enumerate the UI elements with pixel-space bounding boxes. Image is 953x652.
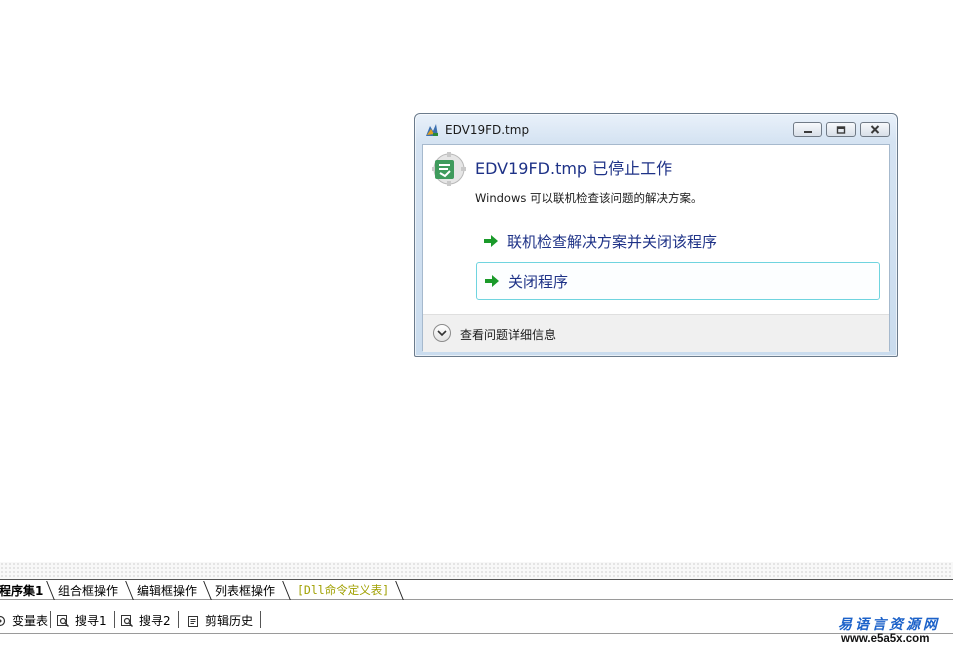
toolbar-divider: [50, 611, 51, 628]
search1-button[interactable]: 搜寻1: [57, 612, 107, 629]
clipboard-history-button[interactable]: 剪辑历史: [187, 612, 253, 629]
maximize-button[interactable]: [826, 122, 856, 137]
toolbar-divider: [178, 611, 179, 628]
toolbar-divider: [114, 611, 115, 628]
search2-button[interactable]: 搜寻2: [121, 612, 171, 629]
tab-listbox-ops[interactable]: 列表框操作: [215, 582, 275, 599]
tab-assembly1[interactable]: 程序集1: [0, 582, 43, 599]
error-dialog: EDV19FD.tmp EDV19FD.tmp 已停止工作 Windows 可以…: [414, 113, 898, 357]
search-icon: [121, 614, 133, 627]
dialog-content: EDV19FD.tmp 已停止工作 Windows 可以联机检查该问题的解决方案…: [422, 144, 890, 352]
maximize-icon: [836, 125, 846, 134]
dialog-footer: 查看问题详细信息: [423, 314, 889, 352]
variable-table-icon: [0, 615, 6, 626]
bottom-toolbar: 变量表 搜寻1 搜寻2 剪辑历史: [0, 606, 953, 634]
tab-combobox-ops[interactable]: 组合框操作: [58, 582, 118, 599]
editor-tab-bar: 程序集1 组合框操作 编辑框操作 列表框操作 [Dll命令定义表]: [0, 579, 953, 600]
tab-divider: [46, 581, 55, 600]
search-icon: [57, 614, 69, 627]
search2-label: 搜寻2: [139, 614, 171, 628]
chevron-down-icon: [437, 330, 447, 337]
clipboard-icon: [188, 615, 198, 627]
tab-divider: [203, 581, 212, 600]
variable-table-button[interactable]: 变量表: [0, 612, 48, 629]
program-icon: [432, 152, 466, 186]
dialog-titlebar[interactable]: EDV19FD.tmp: [415, 114, 897, 144]
dialog-heading: EDV19FD.tmp 已停止工作: [475, 159, 673, 178]
close-program-button[interactable]: 关闭程序: [476, 262, 880, 300]
tab-divider: [395, 581, 404, 600]
close-icon: [870, 125, 880, 134]
dialog-message: Windows 可以联机检查该问题的解决方案。: [475, 191, 703, 205]
tab-divider: [282, 581, 291, 600]
close-program-label: 关闭程序: [508, 272, 569, 291]
green-arrow-icon: [484, 235, 498, 247]
green-arrow-icon: [485, 275, 499, 287]
variable-table-label: 变量表: [12, 614, 49, 628]
search1-label: 搜寻1: [75, 614, 107, 628]
minimize-icon: [803, 130, 812, 133]
app-icon: [426, 124, 438, 136]
minimize-button[interactable]: [793, 122, 822, 137]
watermark-url: www.e5a5x.com: [841, 633, 930, 645]
watermark-brand: 易语言资源网: [838, 617, 940, 633]
dialog-title: EDV19FD.tmp: [445, 123, 530, 137]
expand-details-button[interactable]: [433, 324, 451, 342]
clipboard-history-label: 剪辑历史: [205, 614, 254, 628]
view-details-link[interactable]: 查看问题详细信息: [460, 326, 556, 343]
close-button[interactable]: [860, 122, 890, 137]
tab-divider: [125, 581, 134, 600]
splitter-bar[interactable]: [0, 562, 953, 579]
check-online-solution-button[interactable]: 联机检查解决方案并关闭该程序: [476, 222, 880, 260]
check-online-solution-label: 联机检查解决方案并关闭该程序: [507, 232, 718, 251]
tab-dll-command-table[interactable]: [Dll命令定义表]: [297, 582, 389, 598]
toolbar-divider: [260, 611, 261, 628]
tab-editbox-ops[interactable]: 编辑框操作: [137, 582, 197, 599]
